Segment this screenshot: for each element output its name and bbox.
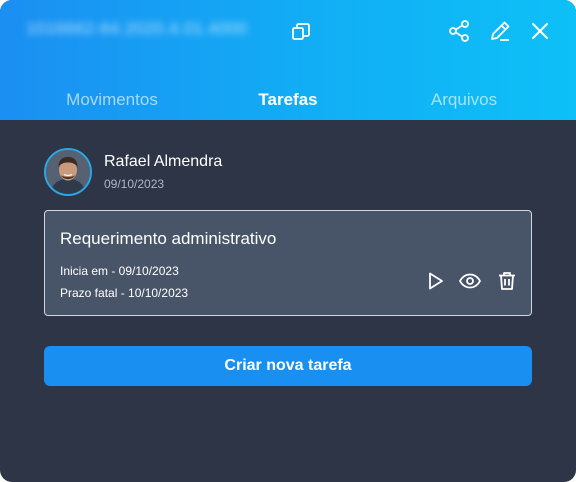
eye-icon xyxy=(458,273,482,289)
edit-icon xyxy=(491,21,510,41)
tab-movimentos[interactable]: Movimentos xyxy=(16,86,208,114)
tab-arquivos[interactable]: Arquivos xyxy=(368,86,560,114)
close-button[interactable] xyxy=(527,18,553,44)
case-number: 1016662-84.2020.4.01.4000 xyxy=(26,19,248,38)
user-photo xyxy=(46,150,90,194)
copy-button[interactable] xyxy=(290,21,312,43)
task-panel: 1016662-84.2020.4.01.4000 Movimentos Tar… xyxy=(0,0,576,482)
panel-header: 1016662-84.2020.4.01.4000 Movimentos Tar… xyxy=(0,0,576,120)
view-task-button[interactable] xyxy=(458,269,482,293)
user-date: 09/10/2023 xyxy=(104,177,165,191)
task-deadline: Prazo fatal - 10/10/2023 xyxy=(60,286,189,300)
tab-bar: Movimentos Tarefas Arquivos xyxy=(0,86,576,114)
avatar xyxy=(44,148,92,196)
delete-task-button[interactable] xyxy=(495,269,519,293)
play-icon xyxy=(429,272,443,290)
user-name: Rafael Almendra xyxy=(104,153,223,170)
trash-icon xyxy=(499,272,515,290)
start-task-button[interactable] xyxy=(423,269,447,293)
copy-icon xyxy=(292,23,310,40)
task-start-date: Inicia em - 09/10/2023 xyxy=(60,264,179,278)
edit-button[interactable] xyxy=(487,18,513,44)
close-icon xyxy=(532,23,548,39)
task-title: Requerimento administrativo xyxy=(60,229,277,248)
task-card: Requerimento administrativo Inicia em - … xyxy=(44,210,532,316)
create-task-button[interactable]: Criar nova tarefa xyxy=(44,346,532,386)
share-button[interactable] xyxy=(446,18,472,44)
tab-tarefas[interactable]: Tarefas xyxy=(192,86,384,114)
share-icon xyxy=(449,20,469,42)
